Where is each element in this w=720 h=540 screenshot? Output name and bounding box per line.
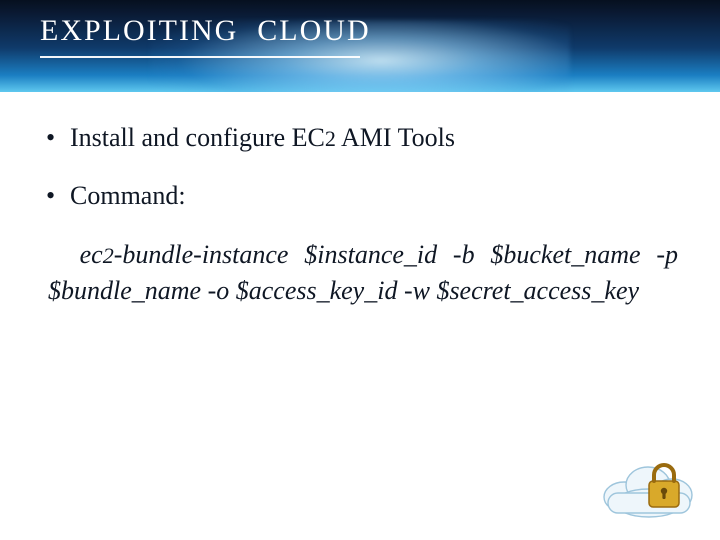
bullet-install: Install and configure EC2 AMI Tools — [42, 120, 678, 156]
cloud-lock-icon — [594, 449, 704, 528]
content-area: Install and configure EC2 AMI Tools Comm… — [0, 92, 720, 310]
header-bar: EXPLOITING CLOUD — [0, 0, 720, 92]
slide: EXPLOITING CLOUD Install and configure E… — [0, 0, 720, 540]
slide-title: EXPLOITING CLOUD — [40, 14, 371, 48]
bullet-command-label: Command: — [42, 178, 678, 214]
command-text: ec2-bundle-instance $instance_id -b $buc… — [42, 237, 678, 310]
title-underline — [40, 56, 360, 58]
